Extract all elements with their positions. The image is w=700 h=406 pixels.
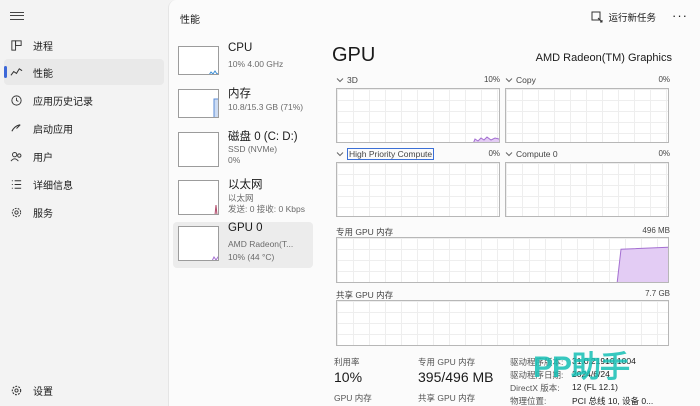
sidebar-item-label: 设置 [33,386,53,398]
device-item-ethernet[interactable]: 以太网 以太网 发送: 0 接收: 0 Kbps [173,176,313,222]
sidebar-item-label: 进程 [33,41,53,53]
driver-date-value: 2024/6/24 [572,369,610,379]
cpu-thumbnail-graph [209,70,218,74]
sidebar-item-processes[interactable]: 进程 [4,32,164,58]
engine-label: Copy [516,75,536,85]
shared-stat-label: 共享 GPU 内存 [418,393,476,403]
gpu-model-name: AMD Radeon(TM) Graphics [535,52,672,64]
app-history-icon [11,94,22,106]
processes-icon [11,39,22,51]
utilization-label: 利用率 [334,357,360,367]
graph-shared-memory [336,300,669,346]
services-icon [11,207,22,217]
device-item-disk[interactable]: 磁盘 0 (C: D:) SSD (NVMe) 0% [173,128,313,174]
device-sub: 10% 4.00 GHz [228,59,284,69]
gear-icon [11,385,22,395]
engine-dropdown-compute-0[interactable]: Compute 0 [505,149,558,159]
sidebar: 进程 性能 应用历史记录 启动应用 用户 详细信息 服务 设置 [0,0,168,406]
dedicated-stat-label: 专用 GPU 内存 [418,357,476,367]
device-sub: AMD Radeon(T... [228,239,294,249]
device-item-gpu[interactable]: GPU 0 AMD Radeon(T... 10% (44 °C) [173,222,313,268]
engine-dropdown-high-priority-compute[interactable]: High Priority Compute [336,148,435,160]
engine-percent: 10% [483,75,500,84]
device-name: CPU [228,42,253,54]
graph-copy [505,88,669,143]
sidebar-item-app-history[interactable]: 应用历史记录 [4,87,164,113]
engine-percent: 0% [658,75,670,84]
device-item-memory[interactable]: 内存 10.8/15.3 GB (71%) [173,85,313,131]
performance-icon [10,67,23,76]
gpu-memory-label: GPU 内存 [334,393,372,403]
hamburger-menu-icon[interactable] [10,9,24,23]
physical-location-value: PCI 总线 10, 设备 0... [572,396,654,406]
memory-thumbnail [178,89,219,118]
device-sub: 10% (44 °C) [228,252,275,262]
device-sub: 10.8/15.3 GB (71%) [228,102,304,112]
directx-version-label: DirectX 版本: [510,383,560,393]
ethernet-thumbnail [178,180,219,215]
gpu-thumbnail-graph [211,256,218,260]
engine-dropdown-copy[interactable]: Copy [505,75,536,85]
engine-label: High Priority Compute [347,148,435,160]
device-name: GPU 0 [228,222,263,234]
chevron-down-icon [505,152,513,157]
sidebar-item-services[interactable]: 服务 [4,199,164,225]
dedicated-stat-value: 395/496 MB [418,369,494,385]
driver-version-value: 31.0.21910.1004 [572,356,636,366]
sidebar-item-users[interactable]: 用户 [4,143,164,169]
ethernet-thumbnail-graph [214,204,218,214]
sidebar-item-label: 详细信息 [33,180,73,192]
sidebar-item-label: 服务 [33,208,53,220]
dedicated-memory-max: 496 MB [642,226,670,235]
engine-label: 3D [347,75,358,85]
cpu-thumbnail [178,46,219,75]
utilization-value: 10% [334,369,363,385]
directx-version-value: 12 (FL 12.1) [572,382,618,392]
run-new-task-label: 运行新任务 [608,13,656,24]
users-icon [10,151,22,161]
sidebar-item-label: 启动应用 [33,124,73,136]
driver-version-label: 驱动程序版本: [510,357,564,367]
chevron-down-icon [336,78,344,83]
run-task-icon [591,11,603,23]
engine-percent: 0% [658,149,670,158]
device-sub: SSD (NVMe) [228,144,278,154]
gpu-thumbnail [178,226,219,261]
graph-high-priority-compute [336,162,500,217]
disk-thumbnail [178,132,219,167]
engine-percent: 0% [488,149,500,158]
device-item-cpu[interactable]: CPU 10% 4.00 GHz [173,42,313,88]
sidebar-item-details[interactable]: 详细信息 [4,171,164,197]
engine-dropdown-3d[interactable]: 3D [336,75,358,85]
details-icon [11,179,22,189]
device-name: 磁盘 0 (C: D:) [228,131,298,143]
graph-dedicated-memory [336,237,669,283]
more-options-icon[interactable]: ··· [672,8,688,23]
driver-date-label: 驱动程序日期: [510,370,564,380]
device-sub: 0% [228,155,241,165]
sidebar-item-label: 应用历史记录 [33,96,93,108]
graph-3d-line [473,136,499,142]
graph-compute-0 [505,162,669,217]
startup-apps-icon [11,123,21,132]
sidebar-item-label: 用户 [33,152,53,164]
device-name: 以太网 [228,179,263,191]
detail-title: GPU [332,44,376,66]
sidebar-item-startup-apps[interactable]: 启动应用 [4,115,164,141]
sidebar-item-label: 性能 [33,68,53,80]
sidebar-item-settings[interactable]: 设置 [4,377,164,403]
graph-3d [336,88,500,143]
memory-thumbnail-graph [213,98,218,117]
shared-memory-max: 7.7 GB [645,289,670,298]
chevron-down-icon [505,78,513,83]
page-title: 性能 [180,15,200,26]
device-name: 内存 [228,88,251,100]
sidebar-item-performance[interactable]: 性能 [4,59,164,85]
physical-location-label: 物理位置: [510,396,547,406]
device-sub: 发送: 0 接收: 0 Kbps [228,204,305,214]
engine-label: Compute 0 [516,149,558,159]
chevron-down-icon [336,152,344,157]
run-new-task-button[interactable]: 运行新任务 [591,10,656,24]
graph-dedicated-memory-fill [616,246,668,282]
